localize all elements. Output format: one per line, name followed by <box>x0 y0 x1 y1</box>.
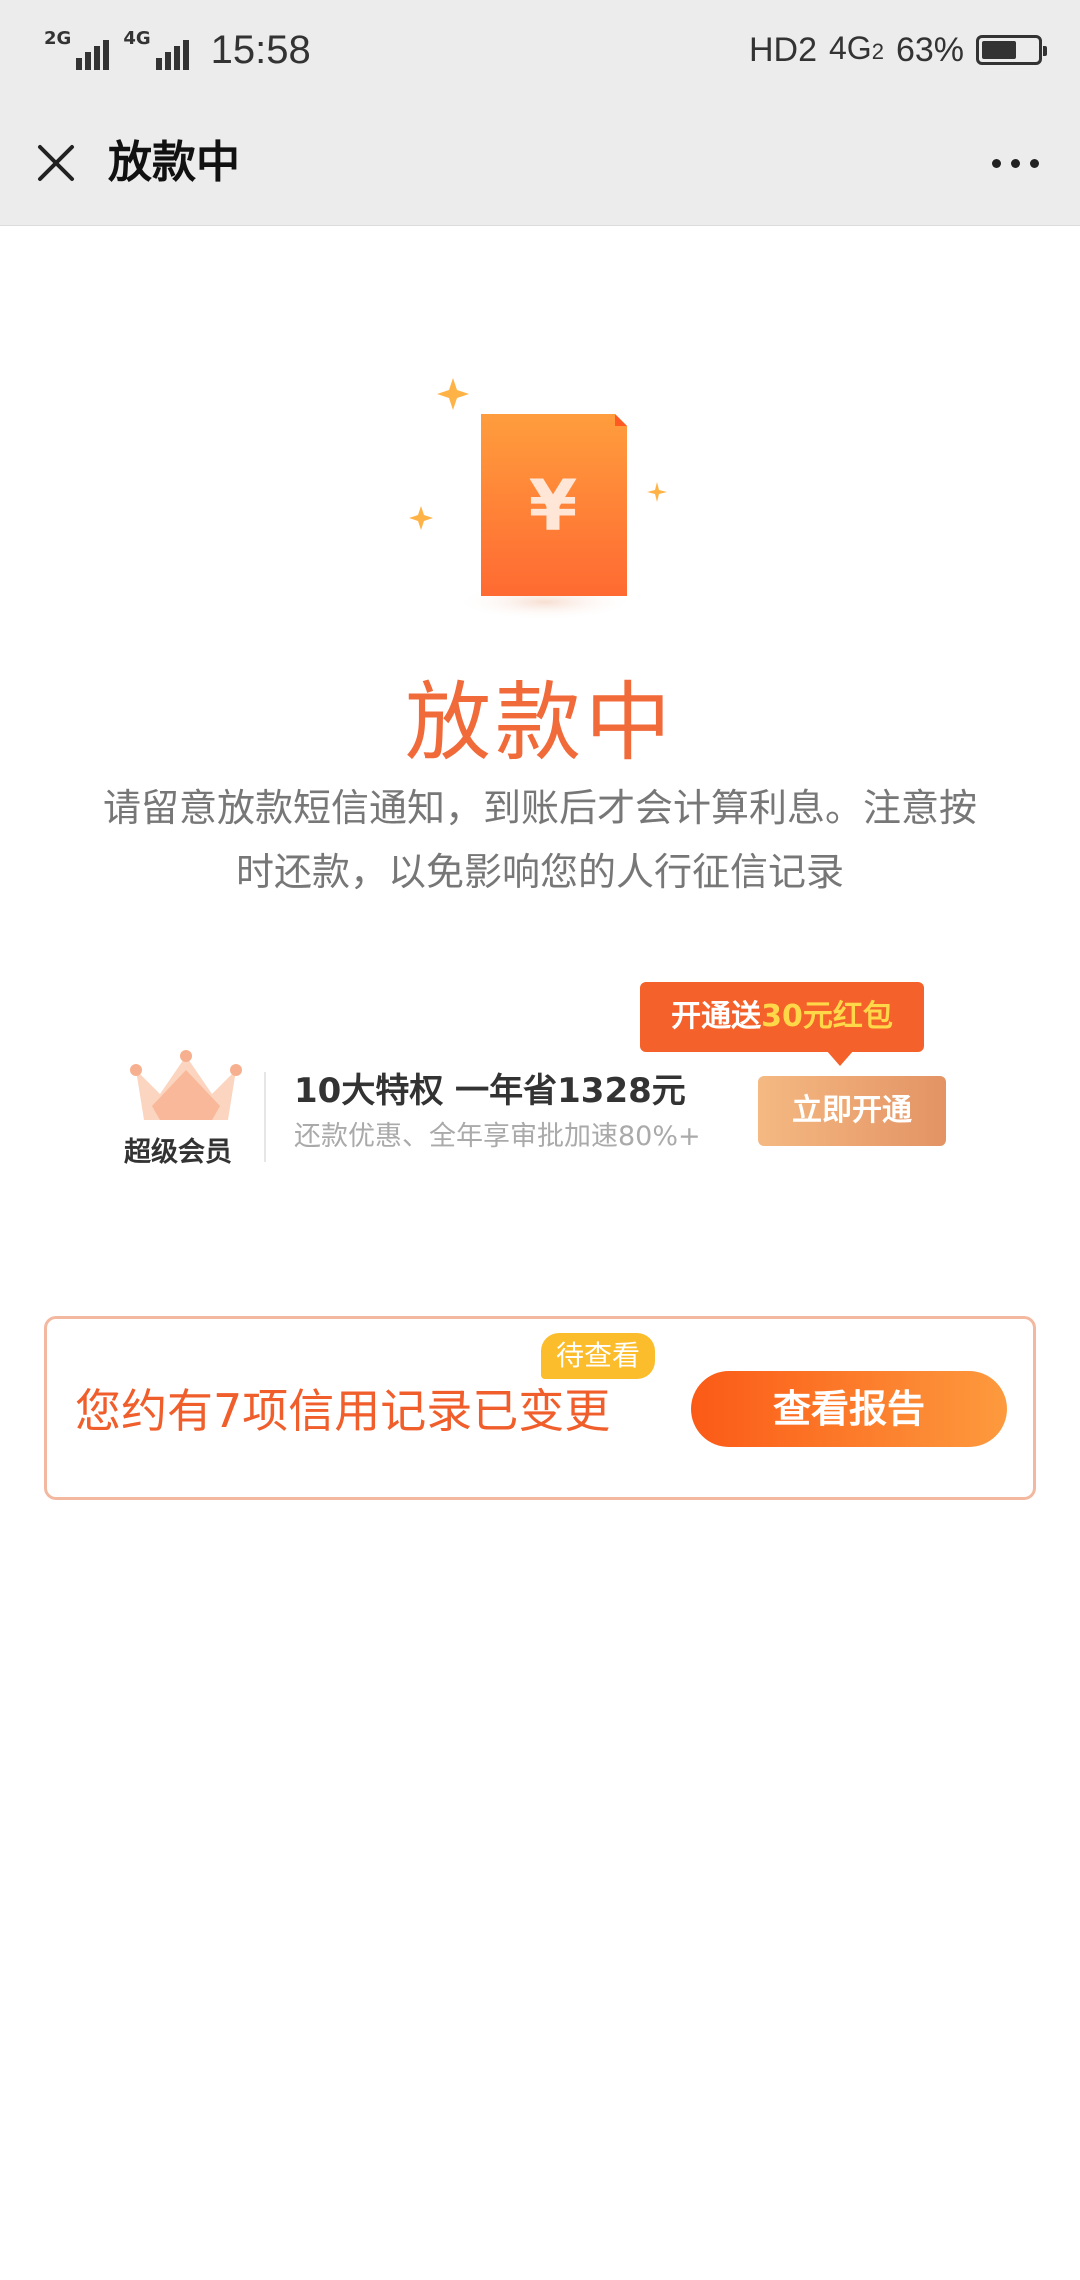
status-bar-right: HD2 4G2 63% <box>748 22 1047 78</box>
svg-text:¥: ¥ <box>529 465 578 547</box>
promo-title: 10大特权 一年省1328元 <box>294 1071 686 1111</box>
network-indicator: 4G2 <box>829 30 884 67</box>
sim2-type: 4G <box>123 28 151 49</box>
yuan-document-icon: ¥ <box>395 370 685 630</box>
view-report-button[interactable]: 查看报告 <box>691 1371 1007 1447</box>
more-dots-icon <box>991 158 1001 168</box>
status-description: 请留意放款短信通知，到账后才会计算利息。注意按时还款，以免影响您的人行征信记录 <box>102 786 977 894</box>
sim2-signal-icon: 4G <box>123 28 189 70</box>
promo-subtitle: 还款优惠、全年享审批加速80%+ <box>294 1121 701 1152</box>
promo-tag-prefix: 开通送 <box>671 999 762 1034</box>
more-button[interactable] <box>980 135 1050 191</box>
status-bar: 2G 4G 15:58 HD2 4G2 63% <box>0 0 1080 100</box>
battery-icon <box>976 35 1047 65</box>
pending-badge: 待查看 <box>541 1333 655 1379</box>
status-heading: 放款中 <box>405 673 675 773</box>
membership-promo[interactable]: 超级会员 10大特权 一年省1328元 还款优惠、全年享审批加速80%+ 开通送… <box>118 980 958 1180</box>
page-title: 放款中 <box>108 137 240 188</box>
status-time: 15:58 <box>210 27 311 72</box>
hd-indicator: HD2 <box>748 30 817 69</box>
battery-percent: 63% <box>895 30 964 69</box>
close-icon <box>38 145 74 181</box>
promo-divider <box>264 1072 266 1162</box>
sim1-type: 2G <box>44 28 72 49</box>
promo-tag: 开通送30元红包 <box>640 982 924 1066</box>
network-label: 4G <box>829 30 872 66</box>
credit-record-card[interactable]: 您约有7项信用记录已变更 待查看 查看报告 <box>44 1316 1036 1500</box>
status-bar-left: 2G 4G 15:58 <box>44 22 311 78</box>
network-sub: 2 <box>871 39 884 64</box>
crown-label: 超级会员 <box>124 1137 232 1168</box>
open-membership-button[interactable]: 立即开通 <box>758 1076 946 1146</box>
title-bar: 放款中 <box>0 100 1080 226</box>
close-button[interactable] <box>28 135 84 191</box>
promo-tag-highlight: 30元红包 <box>761 999 893 1034</box>
sim1-signal-icon: 2G <box>44 28 110 70</box>
battery-fill <box>982 41 1017 59</box>
credit-record-text: 您约有7项信用记录已变更 <box>75 1384 611 1438</box>
